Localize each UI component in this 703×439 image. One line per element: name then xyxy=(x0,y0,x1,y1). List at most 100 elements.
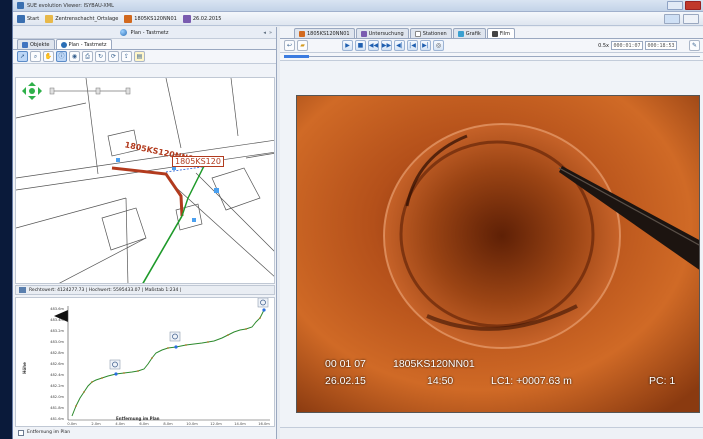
tab-stationen[interactable]: Stationen xyxy=(409,28,452,38)
zoom-icon[interactable]: ⌕ xyxy=(30,51,41,62)
back-icon[interactable]: ↩ xyxy=(284,40,295,51)
map-view[interactable]: 1805KS120NN01 1805KS120 xyxy=(15,77,275,284)
distance-checkbox[interactable] xyxy=(18,429,24,436)
osd-pc: PC: 1 xyxy=(649,375,676,387)
layout-toggle-button[interactable] xyxy=(664,13,680,24)
skip-start-button[interactable]: |◀ xyxy=(407,40,418,51)
x-tick: 14.0m xyxy=(234,422,246,426)
window-title: SUE evolution Viewer: ISYBAU-XML xyxy=(27,2,114,9)
tab-objekte[interactable]: Objekte xyxy=(17,39,55,49)
osd-date: 26.02.15 xyxy=(325,375,366,387)
player-toolbar: ↩ ▰ ▶ ■ ◀◀ ▶▶ ◀| |◀ ▶| ◎ 0.5x 000:01:07 … xyxy=(280,39,703,53)
tab-untersuchung[interactable]: Untersuchung xyxy=(355,28,409,38)
settings-button[interactable] xyxy=(683,13,699,24)
rewind-button[interactable]: ◀◀ xyxy=(368,40,379,51)
pipe-red-line[interactable] xyxy=(111,166,184,217)
manhole-icon[interactable] xyxy=(257,297,269,308)
app-window: SUE evolution Viewer: ISYBAU-XML Start Z… xyxy=(12,0,703,439)
frame-back-button[interactable]: ◀| xyxy=(394,40,405,51)
play-button[interactable]: ▶ xyxy=(342,40,353,51)
tab-film[interactable]: Film xyxy=(486,28,515,38)
x-tick: 16.0m xyxy=(258,422,270,426)
y-tick: 482.4m xyxy=(50,373,64,377)
zoom-slider[interactable] xyxy=(49,87,131,95)
calendar-icon xyxy=(182,14,191,23)
x-tick: 6.0m xyxy=(139,422,149,426)
x-tick: 2.0m xyxy=(91,422,101,426)
film-icon xyxy=(491,30,498,37)
info-icon[interactable]: ⓘ xyxy=(56,51,67,62)
expand-right-icon[interactable]: » xyxy=(269,30,272,36)
seek-progress xyxy=(284,55,309,58)
y-tick: 483.6m xyxy=(50,307,64,311)
y-tick: 483.0m xyxy=(50,340,64,344)
sync-icon[interactable]: ⟳ xyxy=(108,51,119,62)
y-tick: 482.0m xyxy=(50,395,64,399)
pointer-icon[interactable]: ➚ xyxy=(17,51,28,62)
stop-button[interactable]: ■ xyxy=(355,40,366,51)
print-icon[interactable]: ⎙ xyxy=(82,51,93,62)
x-tick: 8.0m xyxy=(163,422,173,426)
profile-chart[interactable]: 483.6m 483.4m 483.2m 483.0m 482.8m 482.6… xyxy=(15,297,275,427)
left-panel: Plan - Tastmetz ◂ » Objekte Plan - Tastm… xyxy=(13,27,277,439)
pipe-icon xyxy=(124,14,133,23)
total-time: 000:18:53 xyxy=(645,41,677,50)
tab-pipe[interactable]: 1805KS120NN01 xyxy=(294,28,355,38)
open-folder-icon[interactable]: ▰ xyxy=(297,40,308,51)
breadcrumb-start[interactable]: Start xyxy=(17,14,39,23)
y-tick: 481.8m xyxy=(50,406,64,410)
note-icon[interactable]: ▤ xyxy=(134,51,145,62)
manhole-icon[interactable] xyxy=(109,359,121,370)
export-icon[interactable]: ⇪ xyxy=(121,51,132,62)
left-tabs: Objekte Plan - Tastmetz xyxy=(13,39,276,50)
title-bar: SUE evolution Viewer: ISYBAU-XML xyxy=(13,0,703,12)
x-tick: 10.0m xyxy=(186,422,198,426)
breadcrumb-pipe[interactable]: 1805KS120NN01 xyxy=(124,14,177,23)
map-canvas xyxy=(16,78,274,284)
osd-pipe: 1805KS120NN01 xyxy=(393,358,475,370)
folder-icon xyxy=(45,14,54,23)
breadcrumb-project[interactable]: Zentrenschacht_Ortslage xyxy=(45,14,118,23)
breadcrumb-date[interactable]: 26.02.2015 xyxy=(182,14,221,23)
layers-icon[interactable]: ◉ xyxy=(69,51,80,62)
y-axis-label: Höhe xyxy=(22,362,27,374)
coordinates-text: Rechtswert: 4124277.73 | Hochwert: 55954… xyxy=(29,287,182,293)
y-tick: 483.2m xyxy=(50,329,64,333)
video-frame[interactable]: 00 01 07 1805KS120NN01 26.02.15 14:50 LC… xyxy=(296,95,700,413)
breadcrumb: Start Zentrenschacht_Ortslage 1805KS120N… xyxy=(13,12,703,26)
pipe-icon xyxy=(299,30,305,37)
y-tick: 482.2m xyxy=(50,384,64,388)
pan-icon[interactable]: ✋ xyxy=(43,51,54,62)
left-panel-header: Plan - Tastmetz ◂ » xyxy=(13,27,276,39)
skip-end-button[interactable]: ▶| xyxy=(420,40,431,51)
globe-icon xyxy=(60,41,67,48)
osd-clock: 14:50 xyxy=(427,375,454,387)
current-time: 000:01:07 xyxy=(611,41,643,50)
refresh-icon[interactable]: ↻ xyxy=(95,51,106,62)
manhole-icon[interactable] xyxy=(169,331,181,342)
seek-bar[interactable] xyxy=(280,53,703,61)
profile-line xyxy=(71,309,265,417)
minimize-button[interactable] xyxy=(667,1,683,10)
y-tick: 483.4m xyxy=(50,318,64,322)
tab-plan[interactable]: Plan - Tastmetz xyxy=(55,39,112,49)
inspection-icon xyxy=(360,30,367,37)
pipe-green-lower[interactable] xyxy=(142,215,183,284)
y-tick: 481.6m xyxy=(50,417,64,421)
y-tick: 482.8m xyxy=(50,351,64,355)
osd-time: 00 01 07 xyxy=(325,358,366,370)
map-status-bar: Rechtswert: 4124277.73 | Hochwert: 55954… xyxy=(15,285,275,295)
tools-icon[interactable]: ✎ xyxy=(689,40,700,51)
snapshot-icon[interactable]: ◎ xyxy=(433,40,444,51)
close-button[interactable] xyxy=(685,1,701,10)
tab-grafik[interactable]: Grafik xyxy=(452,28,486,38)
right-tabs: 1805KS120NN01 Untersuchung Stationen Gra… xyxy=(280,27,703,39)
pipe-green-upper[interactable] xyxy=(181,161,207,217)
map-label-manhole: 1805KS120 xyxy=(172,156,224,167)
collapse-left-icon[interactable]: ◂ xyxy=(263,30,266,36)
fast-forward-button[interactable]: ▶▶ xyxy=(381,40,392,51)
pan-control[interactable] xyxy=(22,82,42,100)
x-tick: 12.0m xyxy=(210,422,222,426)
x-tick: 0.0m xyxy=(67,422,77,426)
x-tick: 4.0m xyxy=(115,422,125,426)
